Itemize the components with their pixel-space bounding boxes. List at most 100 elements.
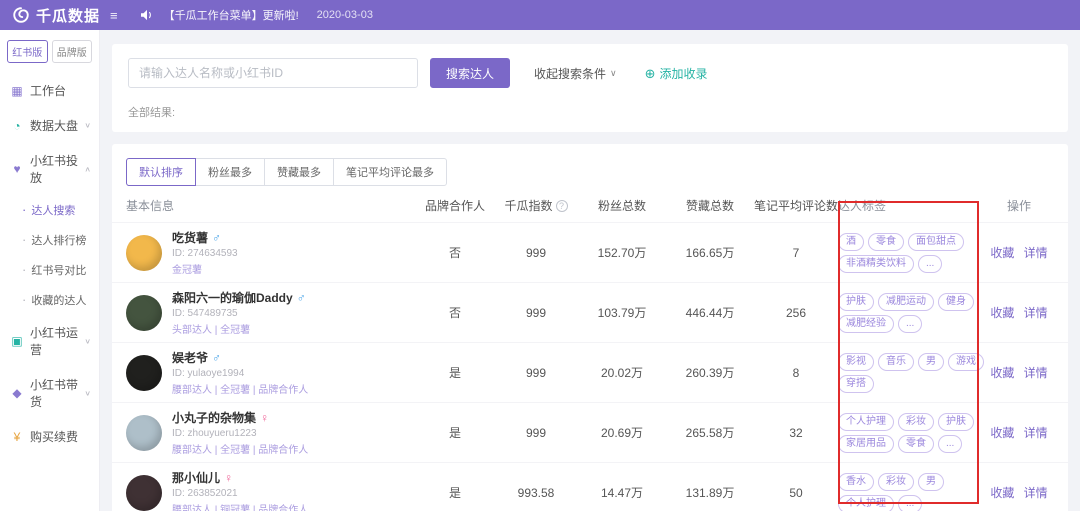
collect-link[interactable]: 收藏 bbox=[990, 486, 1014, 500]
talent-tag[interactable]: 减肥经验 bbox=[838, 315, 894, 333]
tab-redbook-version[interactable]: 红书版 bbox=[7, 40, 48, 63]
app-logo[interactable]: 千瓜数据 bbox=[12, 5, 100, 26]
announcement-text[interactable]: 【千瓜工作台菜单】更新啦! bbox=[164, 7, 299, 23]
grid-icon: ▦ bbox=[10, 84, 24, 98]
avatar[interactable] bbox=[126, 235, 162, 271]
user-name[interactable]: 小丸子的杂物集 bbox=[172, 409, 256, 426]
sidebar-item-data-board[interactable]: ◔ 数据大盘 ∨ bbox=[0, 108, 99, 143]
yen-icon: ¥ bbox=[10, 430, 24, 444]
talent-tag[interactable]: ... bbox=[918, 255, 942, 273]
info-icon[interactable]: ? bbox=[556, 200, 568, 212]
avatar[interactable] bbox=[126, 295, 162, 331]
avatar[interactable] bbox=[126, 355, 162, 391]
sidebar-subitem-account-compare[interactable]: · 红书号对比 bbox=[0, 255, 99, 285]
chevron-down-icon: ∨ bbox=[84, 389, 91, 398]
collect-link[interactable]: 收藏 bbox=[990, 306, 1014, 320]
sidebar-item-xhs-sales[interactable]: ◆ 小红书带货 ∨ bbox=[0, 367, 99, 419]
sort-tab-most-likes[interactable]: 赞藏最多 bbox=[264, 158, 334, 186]
basic-info-cell: 小丸子的杂物集 ♀ ID: zhouyueru1223 腰部达人 | 全冠薯 |… bbox=[126, 409, 416, 456]
col-qiangua-index: 千瓜指数? bbox=[494, 197, 578, 214]
announcement-date: 2020-03-03 bbox=[317, 9, 373, 21]
fans-total-value: 20.02万 bbox=[578, 364, 666, 381]
talent-tag[interactable]: 影视 bbox=[838, 353, 874, 371]
user-level-badges: 金冠薯 bbox=[172, 261, 238, 276]
fans-total-value: 152.70万 bbox=[578, 244, 666, 261]
talent-tag[interactable]: 减肥运动 bbox=[878, 293, 934, 311]
talent-tag[interactable]: 香水 bbox=[838, 473, 874, 491]
talent-tag[interactable]: 彩妆 bbox=[878, 473, 914, 491]
talent-tag[interactable]: 非酒精类饮料 bbox=[838, 255, 914, 273]
sidebar-item-xhs-launch[interactable]: ♥ 小红书投放 ∧ bbox=[0, 143, 99, 195]
sort-tab-most-avg-comments[interactable]: 笔记平均评论最多 bbox=[333, 158, 447, 186]
sidebar-item-purchase-renew[interactable]: ¥ 购买续费 bbox=[0, 419, 99, 454]
talent-tag[interactable]: 男 bbox=[918, 353, 944, 371]
search-input[interactable] bbox=[128, 58, 418, 88]
avatar[interactable] bbox=[126, 475, 162, 511]
talent-tag[interactable]: ... bbox=[898, 495, 922, 511]
pie-chart-icon: ◔ bbox=[10, 119, 24, 133]
talent-tag[interactable]: 零食 bbox=[898, 435, 934, 453]
talent-tag[interactable]: 酒 bbox=[838, 233, 864, 251]
gender-icon: ♂ bbox=[297, 292, 306, 304]
tag-list: 护肤减肥运动健身减肥经验... bbox=[838, 293, 984, 333]
detail-link[interactable]: 详情 bbox=[1024, 366, 1048, 380]
user-id: ID: 274634593 bbox=[172, 248, 238, 259]
talent-tag[interactable]: 家居用品 bbox=[838, 435, 894, 453]
talent-tag[interactable]: 个人护理 bbox=[838, 413, 894, 431]
talent-tag[interactable]: 零食 bbox=[868, 233, 904, 251]
talent-tag[interactable]: 面包甜点 bbox=[908, 233, 964, 251]
sidebar-subitem-talent-ranking[interactable]: · 达人排行榜 bbox=[0, 225, 99, 255]
sidebar-subitem-collected-talents[interactable]: · 收藏的达人 bbox=[0, 285, 99, 315]
user-name[interactable]: 森阳六一的瑜伽Daddy bbox=[172, 289, 293, 306]
collect-link[interactable]: 收藏 bbox=[990, 246, 1014, 260]
detail-link[interactable]: 详情 bbox=[1024, 426, 1048, 440]
bullet-icon: · bbox=[22, 297, 26, 303]
likes-total-value: 131.89万 bbox=[666, 484, 754, 501]
heart-icon: ♥ bbox=[10, 162, 24, 176]
top-header: 千瓜数据 ≡ 【千瓜工作台菜单】更新啦! 2020-03-03 bbox=[0, 0, 1080, 30]
talent-tag[interactable]: 健身 bbox=[938, 293, 974, 311]
shopping-bag-icon: ◆ bbox=[10, 386, 24, 400]
talent-tag[interactable]: 男 bbox=[918, 473, 944, 491]
talent-tag[interactable]: 个人护理 bbox=[838, 495, 894, 511]
avg-comments-value: 32 bbox=[754, 426, 838, 440]
detail-link[interactable]: 详情 bbox=[1024, 306, 1048, 320]
brand-partner-value: 是 bbox=[416, 424, 494, 441]
talent-tag[interactable]: 彩妆 bbox=[898, 413, 934, 431]
talent-tag[interactable]: 音乐 bbox=[878, 353, 914, 371]
talent-tag[interactable]: 游戏 bbox=[948, 353, 984, 371]
user-name[interactable]: 娱老爷 bbox=[172, 349, 208, 366]
col-basic-info: 基本信息 bbox=[126, 197, 416, 214]
sort-tab-default[interactable]: 默认排序 bbox=[126, 158, 196, 186]
talent-tag[interactable]: 护肤 bbox=[838, 293, 874, 311]
sidebar-item-label: 购买续费 bbox=[30, 428, 78, 445]
talent-tag[interactable]: ... bbox=[898, 315, 922, 333]
sort-tab-most-fans[interactable]: 粉丝最多 bbox=[195, 158, 265, 186]
menu-lines-icon[interactable]: ≡ bbox=[110, 8, 118, 23]
tag-list: 影视音乐男游戏穿搭 bbox=[838, 353, 984, 393]
collapse-search-toggle[interactable]: 收起搜索条件 ∨ bbox=[534, 65, 617, 82]
panel-icon: ▣ bbox=[10, 334, 24, 348]
talent-tag[interactable]: 护肤 bbox=[938, 413, 974, 431]
speaker-icon bbox=[140, 9, 154, 21]
avatar[interactable] bbox=[126, 415, 162, 451]
sidebar-item-workbench[interactable]: ▦ 工作台 bbox=[0, 73, 99, 108]
search-button[interactable]: 搜索达人 bbox=[430, 58, 510, 88]
user-name[interactable]: 那小仙儿 bbox=[172, 469, 220, 486]
app-title: 千瓜数据 bbox=[36, 5, 100, 26]
collect-link[interactable]: 收藏 bbox=[990, 426, 1014, 440]
detail-link[interactable]: 详情 bbox=[1024, 246, 1048, 260]
detail-link[interactable]: 详情 bbox=[1024, 486, 1048, 500]
bullet-icon: · bbox=[22, 267, 26, 273]
collect-link[interactable]: 收藏 bbox=[990, 366, 1014, 380]
user-name[interactable]: 吃货薯 bbox=[172, 229, 208, 246]
fans-total-value: 20.69万 bbox=[578, 424, 666, 441]
sidebar-subitem-talent-search[interactable]: · 达人搜索 bbox=[0, 195, 99, 225]
tab-brand-version[interactable]: 品牌版 bbox=[52, 40, 93, 63]
bullet-icon: · bbox=[22, 237, 26, 243]
avg-comments-value: 50 bbox=[754, 486, 838, 500]
add-record-link[interactable]: ⊕ 添加收录 bbox=[645, 65, 708, 82]
sidebar-item-xhs-operation[interactable]: ▣ 小红书运营 ∨ bbox=[0, 315, 99, 367]
talent-tag[interactable]: 穿搭 bbox=[838, 375, 874, 393]
talent-tag[interactable]: ... bbox=[938, 435, 962, 453]
